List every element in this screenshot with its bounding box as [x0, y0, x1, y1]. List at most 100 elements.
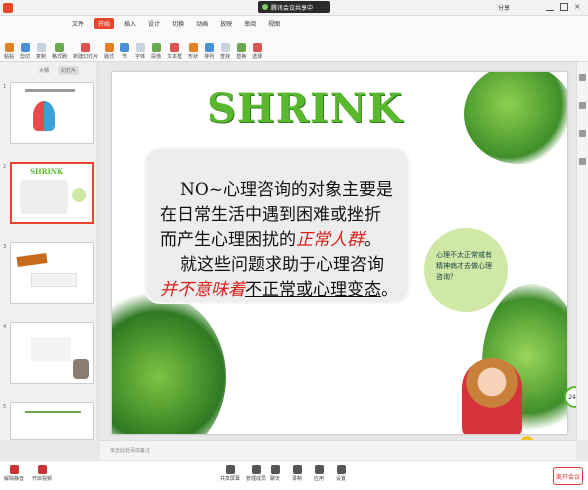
apps-icon [314, 465, 324, 474]
ribbon-tab[interactable]: 审阅 [242, 18, 258, 29]
slide-body-text: NO~心理咨询的对象主要是 在日常生活中遇到困难或挫折 而产生心理困扰的正常人群… [160, 178, 410, 303]
emphasis-text: 正常人群 [296, 230, 364, 250]
ribbon-button-icon [55, 43, 65, 52]
body-line-5: 并不意味着不正常或心理变态。 [160, 278, 410, 303]
tab-outline[interactable]: 大纲 [36, 66, 52, 75]
leave-meeting-button[interactable]: 离开会议 [553, 467, 583, 485]
tab-slides[interactable]: 幻灯片 [58, 66, 80, 75]
thumb-number: 3 [3, 244, 7, 250]
body-text: 。 [364, 230, 381, 250]
ribbon-button[interactable]: 查找 [220, 43, 230, 60]
ribbon-button-label: 版式 [104, 54, 115, 60]
leaf-decoration-left [112, 292, 226, 434]
mute-button[interactable]: 解除静音 [4, 465, 24, 482]
thumb-number: 5 [3, 404, 7, 410]
ribbon-tab[interactable]: 放映 [218, 18, 234, 29]
ribbon-button[interactable]: 节 [120, 43, 130, 60]
record-icon [292, 465, 302, 474]
slide-thumbnail-panel: 大纲 幻灯片 1 2 SHRINK 3 4 5 [0, 62, 100, 440]
thumb-text-block [25, 89, 75, 92]
slide-thumb-1[interactable] [10, 82, 94, 144]
thumb-tree-diagram [25, 411, 81, 435]
ribbon-tab[interactable]: 插入 [122, 18, 138, 29]
members-button[interactable]: 管理成员 [246, 465, 266, 482]
right-tool-icon[interactable] [579, 130, 586, 137]
notes-area[interactable]: 单击此处添加备注 [100, 440, 576, 460]
thumb-title: SHRINK [30, 167, 64, 176]
share-screen-button[interactable]: 共享屏幕 [220, 465, 240, 482]
share-button[interactable]: 分享 [498, 3, 510, 12]
ribbon-button[interactable]: 剪切 [20, 43, 30, 60]
slide-thumb-2[interactable]: SHRINK [10, 162, 94, 224]
ribbon-button[interactable]: 文本框 [167, 43, 182, 60]
thumb-text-block [31, 273, 77, 287]
close-icon[interactable]: × [574, 3, 582, 11]
ribbon-button[interactable]: 版式 [104, 43, 114, 60]
meeting-toolbar: 解除静音 开启视频 共享屏幕 管理成员 聊天 录制 应用 设置 离开会议 [0, 460, 588, 490]
ribbon-button[interactable]: 新建幻灯片 [73, 43, 98, 60]
thumb-quote-box [20, 180, 68, 214]
thumb-cat-image [73, 359, 89, 379]
thumb-number: 1 [3, 84, 7, 90]
maximize-icon[interactable] [560, 3, 568, 11]
ribbon-button-icon [220, 43, 230, 52]
video-button[interactable]: 开启视频 [32, 465, 52, 482]
mute-label: 解除静音 [4, 476, 25, 482]
right-tool-icon[interactable] [579, 102, 586, 109]
slide-thumb-3[interactable] [10, 242, 94, 304]
thumb-banner [16, 252, 48, 268]
ribbon-tab[interactable]: 动画 [194, 18, 210, 29]
ribbon-button-label: 排列 [204, 54, 215, 60]
ribbon-button-label: 格式刷 [52, 54, 68, 60]
ribbon-button-label: 剪切 [20, 54, 31, 60]
ribbon-tab[interactable]: 文件 [70, 18, 86, 29]
ribbon-button-label: 替换 [236, 54, 247, 60]
meeting-banner[interactable]: 腾讯会议共享中 [258, 1, 330, 13]
panel-tabs: 大纲 幻灯片 [36, 66, 80, 75]
share-screen-icon [225, 465, 235, 474]
microphone-icon [9, 465, 19, 474]
members-icon [251, 465, 261, 474]
ribbon-tab[interactable]: 切换 [170, 18, 186, 29]
window-controls[interactable]: × [526, 3, 582, 13]
ribbon-tab[interactable]: 视图 [266, 18, 282, 29]
body-line-3: 而产生心理困扰的正常人群。 [160, 228, 410, 253]
thought-bubble-text: 心理不太正常或有精神病才去做心理咨询？ [436, 251, 492, 281]
ribbon-button[interactable]: 选择 [252, 43, 262, 60]
status-dot-icon [262, 4, 268, 10]
ribbon-button[interactable]: 粘贴 [4, 43, 14, 60]
record-button[interactable]: 录制 [292, 465, 302, 482]
ribbon-tab[interactable]: 设计 [146, 18, 162, 29]
ribbon-button-icon [204, 43, 214, 52]
ribbon-button[interactable]: 段落 [151, 43, 161, 60]
ribbon-button[interactable]: 替换 [236, 43, 246, 60]
ribbon-button[interactable]: 格式刷 [52, 43, 67, 60]
ribbon-button-icon [188, 43, 198, 52]
right-tool-icon[interactable] [579, 74, 586, 81]
leaf-decoration-top-right [464, 72, 567, 164]
ribbon: 文件 开始 插入 设计 切换 动画 放映 审阅 视图 粘贴 剪切 复制 格式刷 新建幻灯片 版式 节 字体 段落… [0, 16, 588, 62]
gear-icon [336, 465, 346, 474]
ribbon-button[interactable]: 形状 [188, 43, 198, 60]
slide-canvas: SHRINK NO~心理咨询的对象主要是 在日常生活中遇到困难或挫折 而产生心理… [100, 62, 586, 450]
right-tool-icon[interactable] [579, 158, 586, 165]
girl-image [462, 358, 522, 434]
ribbon-button-label: 字体 [135, 54, 146, 60]
slide-thumb-4[interactable] [10, 322, 94, 384]
settings-button[interactable]: 设置 [336, 465, 346, 482]
apps-button[interactable]: 应用 [314, 465, 324, 482]
ribbon-button-icon [120, 43, 130, 52]
slide-thumb-5[interactable] [10, 402, 94, 440]
slide[interactable]: SHRINK NO~心理咨询的对象主要是 在日常生活中遇到困难或挫折 而产生心理… [112, 72, 567, 434]
chat-button[interactable]: 聊天 [270, 465, 280, 482]
ribbon-tab[interactable]: 开始 [94, 18, 115, 29]
thumb-number: 2 [3, 164, 7, 170]
ribbon-button[interactable]: 字体 [135, 43, 145, 60]
slide-title: SHRINK [207, 85, 403, 132]
ribbon-button[interactable]: 排列 [204, 43, 214, 60]
minimize-icon[interactable] [546, 3, 554, 11]
body-line-1: NO~心理咨询的对象主要是 [180, 180, 394, 200]
ribbon-button-label: 复制 [36, 54, 47, 60]
ribbon-button[interactable]: 复制 [36, 43, 46, 60]
label: 录制 [292, 476, 303, 482]
